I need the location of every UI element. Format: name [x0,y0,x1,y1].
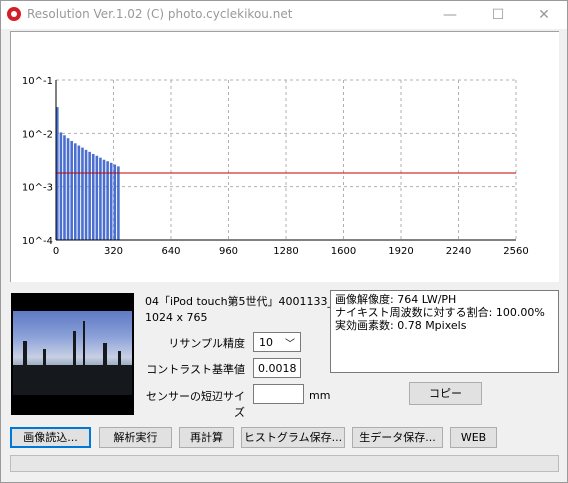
sensor-unit: mm [309,389,331,402]
file-name: 04「iPod touch第5世代」4001133_m_25 [145,295,331,308]
histogram-bar [91,153,95,240]
histogram-bar [109,162,113,240]
contrast-input[interactable]: 0.0018 [253,358,301,378]
y-tick-label: 10^-1 [22,76,53,87]
x-tick-label: 1600 [331,246,356,257]
x-tick-label: 2240 [446,246,471,257]
copy-button[interactable]: コピー [409,382,482,405]
close-button[interactable]: ✕ [521,1,567,29]
x-tick-label: 960 [219,246,238,257]
resample-label: リサンプル精度 [168,337,245,350]
x-tick-label: 2560 [503,246,528,257]
result-effective-pixels: 実効画素数: 0.78 Mpixels [335,319,467,332]
x-tick-label: 320 [104,246,123,257]
histogram-bar [95,155,99,240]
chevron-down-icon: ﹀ [285,339,295,350]
analyze-button[interactable]: 解析実行 [99,427,172,448]
image-thumbnail [11,293,134,415]
recalculate-button[interactable]: 再計算 [179,427,234,448]
histogram-bar [113,164,117,240]
maximize-button[interactable]: ☐ [475,1,521,29]
contrast-label: コントラスト基準値 [146,363,245,376]
histogram-bar [81,147,84,240]
histogram-bar [88,151,91,240]
y-tick-label: 10^-3 [22,183,53,194]
histogram-chart: 0 320 640 960 1280 1600 1920 2240 2560 10^-1 10^-2… [10,31,559,282]
y-tick-label: 10^-2 [22,129,53,140]
chart-svg: 0 320 640 960 1280 1600 1920 2240 2560 10^-1 10^-2… [22,76,529,257]
thumbnail-photo [13,311,132,395]
histogram-bar [59,132,63,240]
image-dimensions: 1024 x 765 [145,311,208,324]
y-tick-label: 10^-4 [22,236,53,247]
app-window: Resolution Ver.1.02 (C) photo.cyclekikou… [0,0,568,483]
x-tick-label: 1280 [273,246,298,257]
result-resolution: 画像解像度: 764 LW/PH [335,293,457,306]
load-image-button[interactable]: 画像読込... [10,427,91,448]
window-title: Resolution Ver.1.02 (C) photo.cyclekikou… [27,7,293,21]
x-tick-label: 0 [53,246,59,257]
x-tick-label: 640 [161,246,180,257]
results-box: 画像解像度: 764 LW/PH ナイキスト周波数に対する割合: 100.00%… [330,290,559,373]
histogram-bar [99,157,102,240]
save-histogram-button[interactable]: ヒストグラム保存... [241,427,345,448]
title-bar[interactable]: Resolution Ver.1.02 (C) photo.cyclekikou… [1,1,567,29]
histogram-bar [102,159,106,240]
sensor-size-input[interactable] [253,384,304,404]
save-raw-data-button[interactable]: 生データ保存... [352,427,443,448]
histogram-bar [73,143,77,240]
result-nyquist-ratio: ナイキスト周波数に対する割合: 100.00% [335,306,545,319]
histogram-bar [70,140,73,240]
histogram-bar [63,135,66,240]
x-tick-label: 1920 [388,246,413,257]
web-button[interactable]: WEB [450,427,497,448]
histogram-bar [66,138,70,240]
sensor-size-label: センサーの短辺サイズ [146,390,245,419]
progress-bar [10,455,559,472]
app-logo-icon [7,7,21,21]
minimize-button[interactable]: — [427,1,473,29]
histogram-bar [117,166,120,240]
resample-value: 10 [259,336,273,349]
contrast-value: 0.0018 [258,362,297,375]
histogram-bar [77,145,81,240]
histogram-bar [84,149,88,240]
resample-select[interactable]: 10 ﹀ [253,332,301,352]
